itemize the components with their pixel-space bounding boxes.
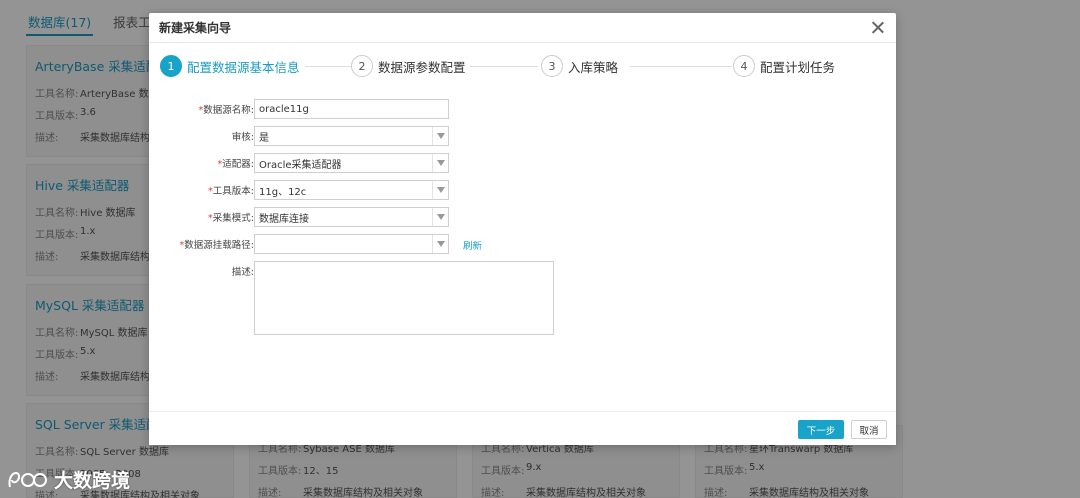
- close-icon[interactable]: [870, 20, 886, 36]
- step-2: 2 数据源参数配置: [351, 54, 466, 78]
- wizard-steps: 1 配置数据源基本信息 2 数据源参数配置 3 入库策略 4 配置计划任务: [160, 54, 880, 78]
- datasource-name-input[interactable]: oracle11g: [254, 99, 449, 119]
- chevron-down-icon[interactable]: [432, 208, 448, 226]
- mount-path-select[interactable]: [254, 234, 449, 254]
- step-number: 3: [541, 55, 563, 77]
- chevron-down-icon[interactable]: [432, 235, 448, 253]
- watermark: 大数跨境: [6, 466, 130, 493]
- refresh-link[interactable]: 刷新: [463, 238, 482, 252]
- step-connector: [630, 66, 732, 67]
- field-label: 审核:: [231, 132, 254, 143]
- chevron-down-icon[interactable]: [432, 181, 448, 199]
- step-connector: [470, 66, 538, 67]
- dialog-header: 新建采集向导: [149, 13, 896, 43]
- tool-version-select[interactable]: 11g、12c: [254, 180, 449, 200]
- field-label: *采集模式:: [208, 213, 254, 224]
- step-label: 数据源参数配置: [378, 59, 466, 75]
- form-row-collect-mode: *采集模式: 数据库连接: [149, 207, 896, 227]
- form-row-mount-path: *数据源挂载路径: 刷新: [149, 234, 896, 254]
- field-label: *适配器:: [217, 159, 254, 170]
- cancel-button[interactable]: 取消: [851, 420, 887, 439]
- step-3: 3 入库策略: [541, 54, 618, 78]
- select-value: 是: [259, 132, 269, 144]
- step-1: 1 配置数据源基本信息: [160, 54, 300, 78]
- field-label: 描述:: [231, 267, 254, 278]
- step-4: 4 配置计划任务: [733, 54, 835, 78]
- step-number: 4: [733, 55, 755, 77]
- chevron-down-icon[interactable]: [432, 154, 448, 172]
- step-number: 1: [160, 55, 182, 77]
- field-label: *数据源挂载路径:: [179, 240, 254, 251]
- select-value: 11g、12c: [259, 186, 307, 198]
- form-row-description: 描述:: [149, 261, 896, 335]
- step-number: 2: [351, 55, 373, 77]
- field-label: *数据源名称:: [198, 105, 254, 116]
- description-textarea[interactable]: [254, 261, 554, 335]
- form-row-adapter: *适配器: Oracle采集适配器: [149, 153, 896, 173]
- adapter-select[interactable]: Oracle采集适配器: [254, 153, 449, 173]
- dialog-footer: 下一步 取消: [149, 411, 896, 445]
- step-label: 配置数据源基本信息: [187, 59, 300, 75]
- chevron-down-icon[interactable]: [432, 127, 448, 145]
- form-row-audit: 审核: 是: [149, 126, 896, 146]
- next-step-button[interactable]: 下一步: [798, 420, 844, 439]
- step-label: 配置计划任务: [760, 59, 836, 75]
- field-label: *工具版本:: [208, 186, 254, 197]
- form-row-datasource-name: *数据源名称: oracle11g: [149, 99, 896, 119]
- watermark-logo-icon: [8, 471, 47, 487]
- step-connector: [305, 66, 355, 67]
- audit-select[interactable]: 是: [254, 126, 449, 146]
- collect-mode-select[interactable]: 数据库连接: [254, 207, 449, 227]
- watermark-text: 大数跨境: [54, 470, 131, 492]
- select-value: Oracle采集适配器: [259, 159, 342, 171]
- select-value: 数据库连接: [259, 213, 309, 225]
- dialog-title: 新建采集向导: [159, 21, 232, 35]
- form-row-tool-version: *工具版本: 11g、12c: [149, 180, 896, 200]
- new-collection-wizard-dialog: 新建采集向导 1 配置数据源基本信息 2 数据源参数配置 3 入库策略 4 配置…: [149, 13, 896, 445]
- step-label: 入库策略: [568, 59, 619, 75]
